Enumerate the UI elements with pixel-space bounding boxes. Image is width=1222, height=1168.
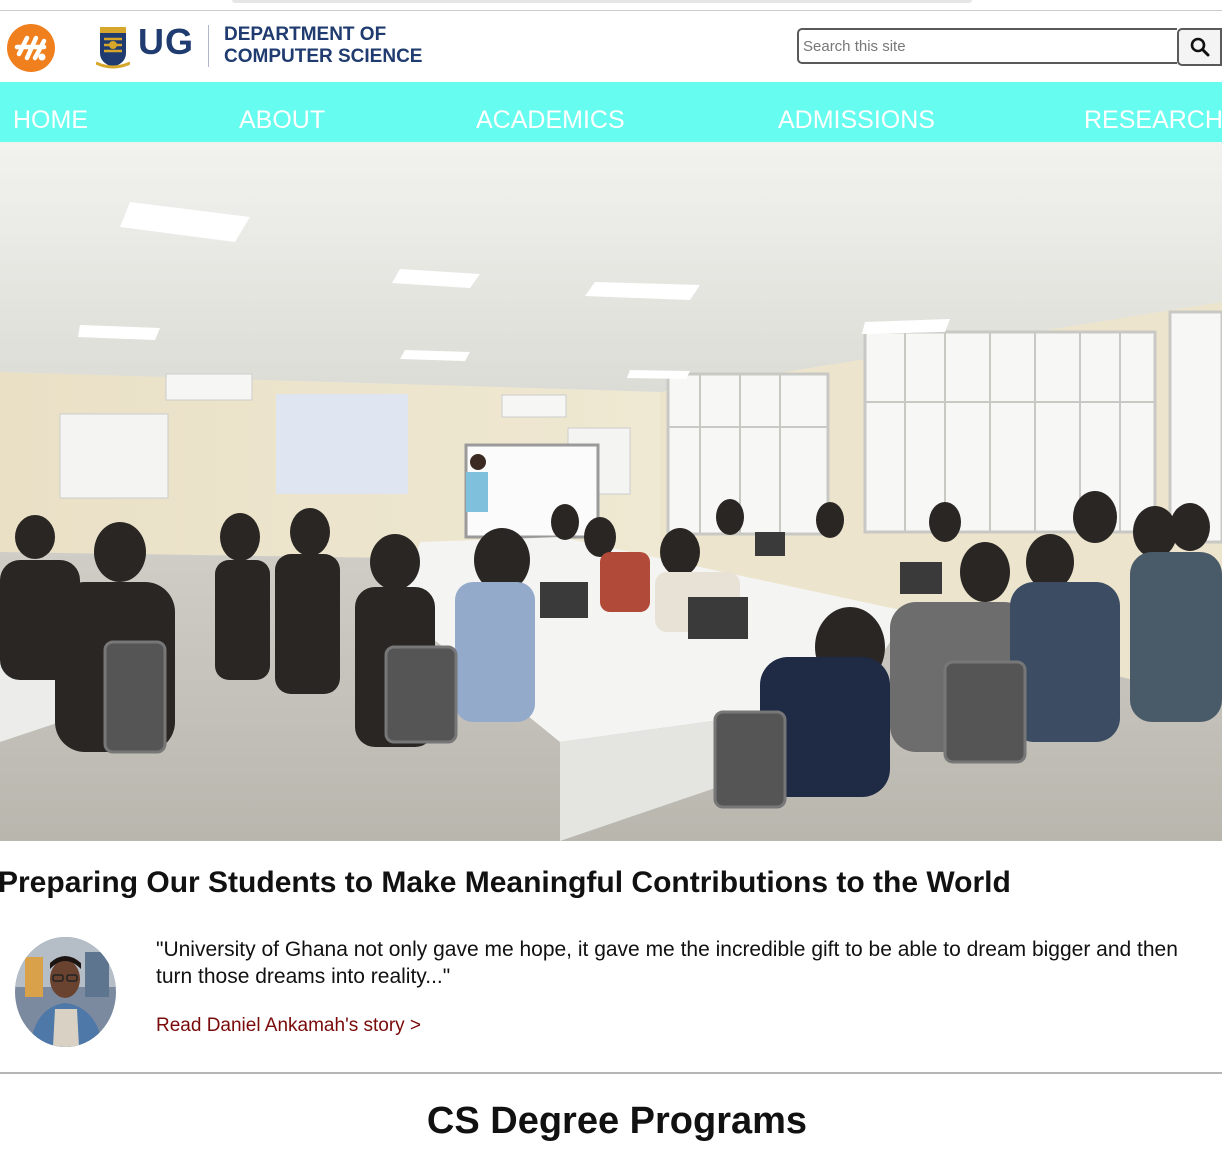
site-search	[797, 28, 1222, 66]
testimonial-quote: "University of Ghana not only gave me ho…	[156, 938, 1178, 988]
search-button[interactable]	[1177, 28, 1222, 66]
search-icon	[1190, 37, 1209, 57]
hero-classroom-image	[0, 142, 1222, 841]
programs-heading: CS Degree Programs	[426, 1100, 808, 1142]
site-logo-icon[interactable]	[6, 23, 56, 73]
nav-research[interactable]: RESEARCH	[1084, 106, 1222, 134]
ug-wordmark: UG	[138, 21, 194, 62]
feature-headline: Preparing Our Students to Make Meaningfu…	[0, 866, 1011, 899]
nav-about[interactable]: ABOUT	[239, 106, 325, 134]
read-story-link[interactable]: Read Daniel Ankamah's story >	[156, 1015, 421, 1037]
ug-crest-icon	[96, 27, 130, 69]
department-line2: COMPUTER SCIENCE	[224, 46, 423, 67]
search-input[interactable]	[797, 28, 1177, 64]
browser-edge	[232, 0, 972, 3]
department-title[interactable]: DEPARTMENT OF COMPUTER SCIENCE	[224, 24, 422, 68]
site-header: UG DEPARTMENT OF COMPUTER SCIENCE	[0, 11, 1222, 82]
logo-divider	[208, 25, 209, 67]
nav-academics[interactable]: ACADEMICS	[476, 106, 625, 134]
main-nav: HOME ABOUT ACADEMICS ADMISSIONS RESEARCH	[0, 82, 1222, 142]
student-avatar	[15, 937, 116, 1047]
section-divider	[0, 1072, 1222, 1074]
nav-admissions[interactable]: ADMISSIONS	[778, 106, 935, 134]
department-line1: DEPARTMENT OF	[224, 24, 387, 45]
nav-home[interactable]: HOME	[13, 106, 88, 134]
